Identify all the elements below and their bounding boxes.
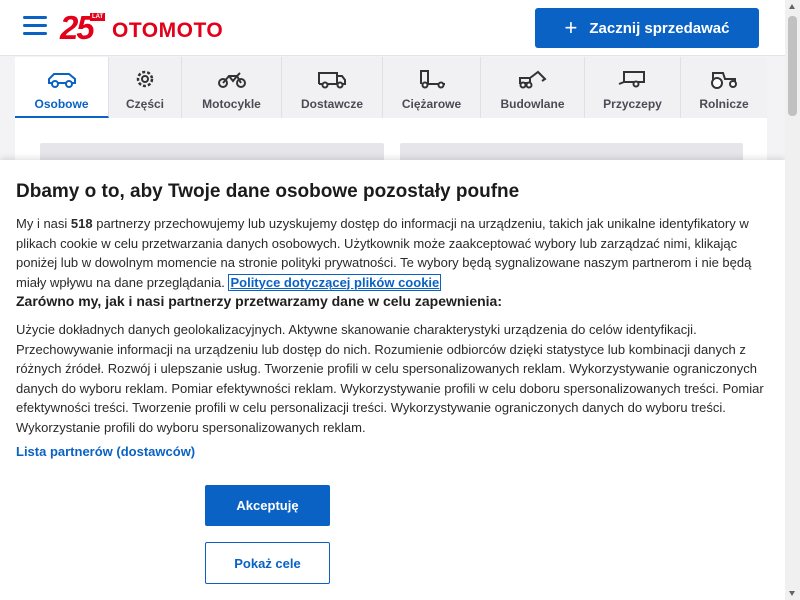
tab-label: Ciężarowe (401, 97, 462, 111)
accept-button[interactable]: Akceptuję (205, 485, 330, 526)
otomoto-logo[interactable]: 25 LAT OTOMOTO (60, 10, 235, 46)
page-scrollbar[interactable] (785, 0, 800, 600)
start-selling-button[interactable]: + Zacznij sprzedawać (535, 8, 759, 48)
purposes-heading: Zarówno my, jak i nasi partnerzy przetwa… (16, 293, 503, 309)
truck-icon (419, 70, 445, 89)
tab-motocykle[interactable]: Motocykle (182, 57, 282, 118)
tab-label: Części (125, 97, 165, 111)
tab-label: Przyczepy (603, 97, 662, 111)
tab-label: Dostawcze (300, 97, 364, 111)
category-tabs: Osobowe Części Motocykle Dostawcze Cięża… (15, 57, 767, 118)
motorcycle-icon (217, 72, 246, 88)
tab-czesci[interactable]: Części (109, 57, 182, 118)
tab-osobowe[interactable]: Osobowe (15, 57, 109, 118)
tab-label: Motocykle (202, 97, 261, 111)
top-header: 25 LAT OTOMOTO + Zacznij sprzedawać (0, 0, 785, 56)
tab-label: Rolnicze (699, 97, 749, 111)
privacy-consent-dialog: Dbamy o to, aby Twoje dane osobowe pozos… (0, 160, 785, 600)
purposes-text: Użycie dokładnych danych geolokalizacyjn… (16, 322, 764, 435)
logo-lat: LAT (90, 13, 106, 21)
tab-label: Budowlane (500, 97, 565, 111)
tab-dostawcze[interactable]: Dostawcze (282, 57, 383, 118)
show-purposes-button[interactable]: Pokaż cele (205, 542, 330, 584)
cookie-policy-link[interactable]: Polityce dotyczącej plików cookie (228, 273, 442, 291)
consent-title: Dbamy o to, aby Twoje dane osobowe pozos… (16, 181, 520, 202)
scroll-up-icon[interactable] (789, 4, 795, 9)
van-icon (318, 72, 346, 89)
logo-brand: OTOMOTO (112, 19, 224, 42)
car-icon (47, 73, 76, 88)
scrollbar-thumb[interactable] (788, 16, 797, 116)
plus-icon: + (564, 15, 578, 40)
partners-count: 518 (70, 216, 93, 231)
intro-before: My i nasi (16, 216, 71, 231)
start-selling-label: Zacznij sprzedawać (589, 19, 730, 37)
excavator-icon (518, 70, 547, 89)
partners-list-link[interactable]: Lista partnerów (dostawców) (16, 443, 195, 461)
logo-years: 25 (60, 9, 95, 46)
trailer-icon (618, 71, 645, 88)
tab-rolnicze[interactable]: Rolnicze (681, 57, 767, 118)
consent-intro: My i nasi 518 partnerzy przechowujemy lu… (16, 214, 769, 292)
tab-label: Osobowe (34, 97, 89, 111)
tab-przyczepy[interactable]: Przyczepy (585, 57, 681, 118)
tab-ciezarowe[interactable]: Ciężarowe (383, 57, 481, 118)
gear-icon (136, 70, 154, 88)
menu-icon[interactable] (23, 16, 47, 36)
scroll-down-icon[interactable] (789, 591, 795, 596)
tractor-icon (711, 72, 737, 89)
tab-budowlane[interactable]: Budowlane (481, 57, 585, 118)
